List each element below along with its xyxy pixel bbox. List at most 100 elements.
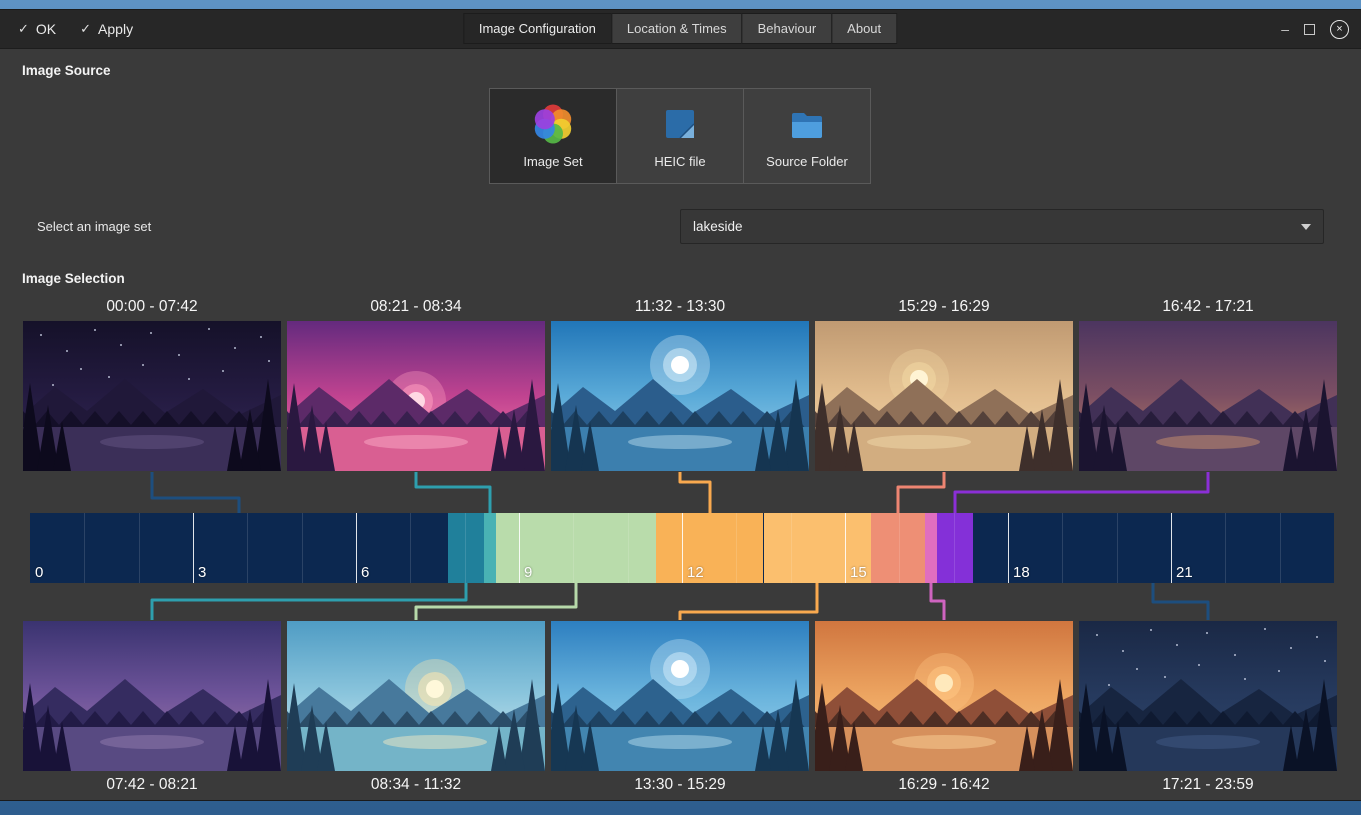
- timeline-tick: [356, 513, 357, 583]
- apply-label: Apply: [98, 21, 133, 37]
- timeline-tick-label: 21: [1176, 564, 1193, 581]
- select-image-set-label: Select an image set: [37, 219, 151, 234]
- time-range-label: 00:00 - 07:42: [23, 293, 281, 321]
- wallpaper-thumbnail[interactable]: [287, 621, 545, 771]
- timeline-tick: [791, 513, 792, 583]
- timeline-tick-label: 18: [1013, 564, 1030, 581]
- timeline-tick: [682, 513, 683, 583]
- time-range-label: 07:42 - 08:21: [23, 771, 281, 799]
- timeline-tick: [1117, 513, 1118, 583]
- timeline-tick: [736, 513, 737, 583]
- thumbnail-cell: 11:32 - 13:30: [551, 293, 809, 471]
- check-icon: ✓: [18, 21, 29, 37]
- time-range-label: 11:32 - 13:30: [551, 293, 809, 321]
- option-heic-file[interactable]: HEIC file: [616, 88, 744, 184]
- close-button[interactable]: ×: [1330, 20, 1349, 39]
- combobox-value: lakeside: [693, 219, 743, 234]
- time-range-label: 08:34 - 11:32: [287, 771, 545, 799]
- timeline-tick: [139, 513, 140, 583]
- timeline-segment: [484, 513, 496, 583]
- timeline-tick: [1062, 513, 1063, 583]
- check-icon: ✓: [80, 21, 91, 37]
- image-source-options: Image Set HEIC file Source Folder: [0, 88, 1361, 184]
- time-range-label: 16:29 - 16:42: [815, 771, 1073, 799]
- wallpaper-thumbnail[interactable]: [1079, 321, 1337, 471]
- window-controls: – ×: [1281, 10, 1349, 48]
- minimize-button[interactable]: –: [1281, 24, 1289, 34]
- timeline-tick: [465, 513, 466, 583]
- timeline-tick: [1225, 513, 1226, 583]
- timeline: 036912151821: [30, 513, 1334, 583]
- option-label: Source Folder: [766, 154, 848, 169]
- timeline-segment: [656, 513, 763, 583]
- thumbnail-cell: 00:00 - 07:42: [23, 293, 281, 471]
- tab-bar: Image Configuration Location & Times Beh…: [464, 13, 897, 44]
- image-source-title: Image Source: [22, 63, 111, 78]
- timeline-tick: [302, 513, 303, 583]
- thumbnail-cell: 07:42 - 08:21: [23, 621, 281, 799]
- ok-button[interactable]: ✓ OK: [18, 21, 56, 37]
- timeline-segment: [937, 513, 972, 583]
- option-image-set[interactable]: Image Set: [489, 88, 617, 184]
- timeline-tick: [1008, 513, 1009, 583]
- timeline-tick-label: 3: [198, 564, 206, 581]
- wallpaper-thumbnail[interactable]: [287, 321, 545, 471]
- timeline-tick: [954, 513, 955, 583]
- timeline-tick: [573, 513, 574, 583]
- wallpaper-thumbnail[interactable]: [815, 621, 1073, 771]
- time-range-label: 13:30 - 15:29: [551, 771, 809, 799]
- image-set-combobox[interactable]: lakeside: [680, 209, 1324, 244]
- thumbnail-cell: 16:42 - 17:21: [1079, 293, 1337, 471]
- thumbnail-cell: 15:29 - 16:29: [815, 293, 1073, 471]
- timeline-tick: [1280, 513, 1281, 583]
- option-label: HEIC file: [654, 154, 705, 169]
- tab-location-times[interactable]: Location & Times: [611, 13, 743, 44]
- chevron-down-icon: [1301, 224, 1311, 230]
- desktop-background: ✓ OK ✓ Apply Image Configuration Locatio…: [0, 0, 1361, 815]
- headerbar: ✓ OK ✓ Apply Image Configuration Locatio…: [0, 10, 1361, 49]
- ok-label: OK: [36, 21, 56, 37]
- headerbar-actions: ✓ OK ✓ Apply: [18, 10, 133, 48]
- wallpaper-thumbnail[interactable]: [23, 621, 281, 771]
- timeline-tick-label: 9: [524, 564, 532, 581]
- wallpaper-thumbnail[interactable]: [815, 321, 1073, 471]
- timeline-tick-label: 12: [687, 564, 704, 581]
- timeline-tick: [899, 513, 900, 583]
- thumbnail-cell: 08:34 - 11:32: [287, 621, 545, 799]
- thumbnail-row-top: 00:00 - 07:4208:21 - 08:3411:32 - 13:301…: [23, 293, 1337, 471]
- tab-about[interactable]: About: [831, 13, 897, 44]
- wallpaper-thumbnail[interactable]: [551, 321, 809, 471]
- timeline-tick: [193, 513, 194, 583]
- timeline-tick: [247, 513, 248, 583]
- app-window: ✓ OK ✓ Apply Image Configuration Locatio…: [0, 10, 1361, 800]
- timeline-tick-label: 6: [361, 564, 369, 581]
- timeline-tick: [1171, 513, 1172, 583]
- thumbnail-row-bottom: 07:42 - 08:2108:34 - 11:3213:30 - 15:291…: [23, 621, 1337, 799]
- thumbnail-cell: 17:21 - 23:59: [1079, 621, 1337, 799]
- time-range-label: 17:21 - 23:59: [1079, 771, 1337, 799]
- tab-image-configuration[interactable]: Image Configuration: [463, 13, 612, 44]
- thumbnail-cell: 08:21 - 08:34: [287, 293, 545, 471]
- apply-button[interactable]: ✓ Apply: [80, 21, 133, 37]
- heic-file-icon: [659, 103, 701, 145]
- timeline-tick: [410, 513, 411, 583]
- timeline-tick: [519, 513, 520, 583]
- timeline-tick: [628, 513, 629, 583]
- tab-behaviour[interactable]: Behaviour: [742, 13, 833, 44]
- maximize-button[interactable]: [1304, 24, 1315, 35]
- source-folder-icon: [786, 103, 828, 145]
- option-source-folder[interactable]: Source Folder: [743, 88, 871, 184]
- timeline-segment: [871, 513, 925, 583]
- thumbnail-cell: 13:30 - 15:29: [551, 621, 809, 799]
- thumbnail-cell: 16:29 - 16:42: [815, 621, 1073, 799]
- wallpaper-thumbnail[interactable]: [23, 321, 281, 471]
- time-range-label: 16:42 - 17:21: [1079, 293, 1337, 321]
- option-label: Image Set: [523, 154, 582, 169]
- wallpaper-thumbnail[interactable]: [1079, 621, 1337, 771]
- image-selection-title: Image Selection: [22, 271, 125, 286]
- wallpaper-thumbnail[interactable]: [551, 621, 809, 771]
- timeline-tick: [84, 513, 85, 583]
- time-range-label: 15:29 - 16:29: [815, 293, 1073, 321]
- timeline-tick-label: 0: [35, 564, 43, 581]
- image-set-icon: [532, 103, 574, 145]
